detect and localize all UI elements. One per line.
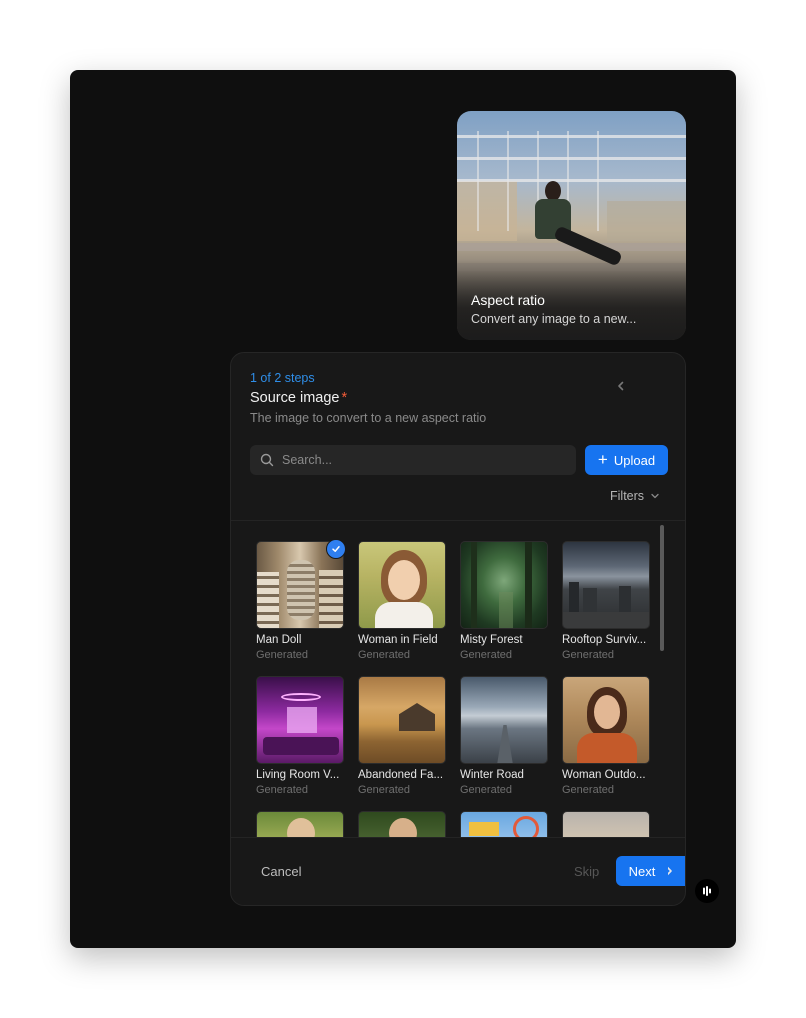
search-box[interactable] (250, 445, 576, 475)
divider (231, 837, 685, 838)
image-name: Abandoned Fa... (358, 769, 444, 781)
dialog-title-text: Source image (250, 390, 340, 406)
image-thumbnail (256, 676, 344, 764)
background-building (607, 201, 686, 241)
image-thumbnail (460, 676, 548, 764)
image-tile[interactable]: Winter Road Generated (460, 676, 548, 796)
skip-button[interactable]: Skip (574, 864, 599, 879)
chevron-left-icon (618, 381, 624, 391)
required-marker: * (341, 390, 348, 406)
image-name: Winter Road (460, 769, 524, 781)
image-meta: Generated (562, 649, 614, 661)
railing (457, 135, 686, 138)
plus-icon: + (597, 450, 608, 469)
template-preview-card[interactable]: Aspect ratio Convert any image to a new.… (457, 111, 686, 340)
image-name: Man Doll (256, 634, 302, 646)
selected-check-icon (326, 539, 346, 559)
chevron-down-icon (651, 493, 659, 499)
image-thumbnail (358, 811, 446, 837)
image-thumbnail (358, 676, 446, 764)
image-thumbnail (562, 541, 650, 629)
image-tile[interactable]: Woman in Field Generated (358, 541, 446, 661)
image-grid: Man Doll Generated Woman in Field Genera… (231, 522, 685, 837)
person-head (545, 181, 561, 201)
dialog-title: Source image * (250, 390, 347, 406)
search-icon (260, 453, 274, 467)
image-thumbnail (460, 541, 548, 629)
assistant-button[interactable] (695, 879, 719, 903)
image-thumbnail (460, 811, 548, 837)
search-input[interactable] (282, 453, 562, 467)
image-tile[interactable]: Rooftop Surviv... Generated (562, 541, 650, 661)
image-meta: Generated (460, 649, 512, 661)
step-indicator: 1 of 2 steps (250, 371, 315, 385)
preview-subtitle: Convert any image to a new... (471, 312, 637, 326)
preview-title: Aspect ratio (471, 292, 545, 308)
image-thumbnail (256, 811, 344, 837)
previous-step-button[interactable] (611, 376, 631, 396)
image-tile[interactable]: Man Doll Generated (256, 539, 346, 661)
image-name: Living Room V... (256, 769, 340, 781)
image-tile[interactable]: Misty Forest Generated (460, 541, 548, 661)
image-thumbnail (562, 811, 650, 837)
railing (457, 179, 686, 182)
image-name: Rooftop Surviv... (562, 634, 647, 646)
image-name: Woman in Field (358, 634, 438, 646)
divider (231, 520, 685, 521)
image-meta: Generated (562, 784, 614, 796)
source-image-dialog: 1 of 2 steps Source image * The image to … (230, 352, 686, 906)
filters-label: Filters (610, 489, 645, 503)
cancel-button[interactable]: Cancel (261, 864, 301, 879)
next-button[interactable]: Next (616, 856, 668, 886)
railing-post (597, 131, 599, 231)
image-tile[interactable] (256, 811, 344, 837)
image-tile[interactable]: Living Room V... Generated (256, 676, 344, 796)
railing (457, 157, 686, 160)
app-frame: Aspect ratio Convert any image to a new.… (70, 70, 736, 948)
image-tile[interactable] (460, 811, 548, 837)
grid-scrollbar[interactable] (660, 525, 664, 651)
image-thumbnail (358, 541, 446, 629)
image-meta: Generated (460, 784, 512, 796)
image-meta: Generated (256, 784, 308, 796)
image-tile[interactable]: Woman Outdo... Generated (562, 676, 650, 796)
image-meta: Generated (358, 784, 410, 796)
audio-bars-icon (703, 886, 711, 896)
upload-label: Upload (613, 452, 656, 468)
image-name: Woman Outdo... (562, 769, 646, 781)
image-tile[interactable] (358, 811, 446, 837)
image-meta: Generated (256, 649, 308, 661)
image-tile[interactable]: Abandoned Fa... Generated (358, 676, 446, 796)
filters-dropdown[interactable]: Filters (610, 489, 660, 503)
dialog-subtitle: The image to convert to a new aspect rat… (250, 411, 487, 425)
image-tile[interactable] (562, 811, 650, 837)
railing-post (507, 131, 509, 231)
image-meta: Generated (358, 649, 410, 661)
image-thumbnail (562, 676, 650, 764)
railing-post (477, 131, 479, 231)
image-name: Misty Forest (460, 634, 523, 646)
upload-button[interactable]: + Upload (585, 445, 668, 475)
